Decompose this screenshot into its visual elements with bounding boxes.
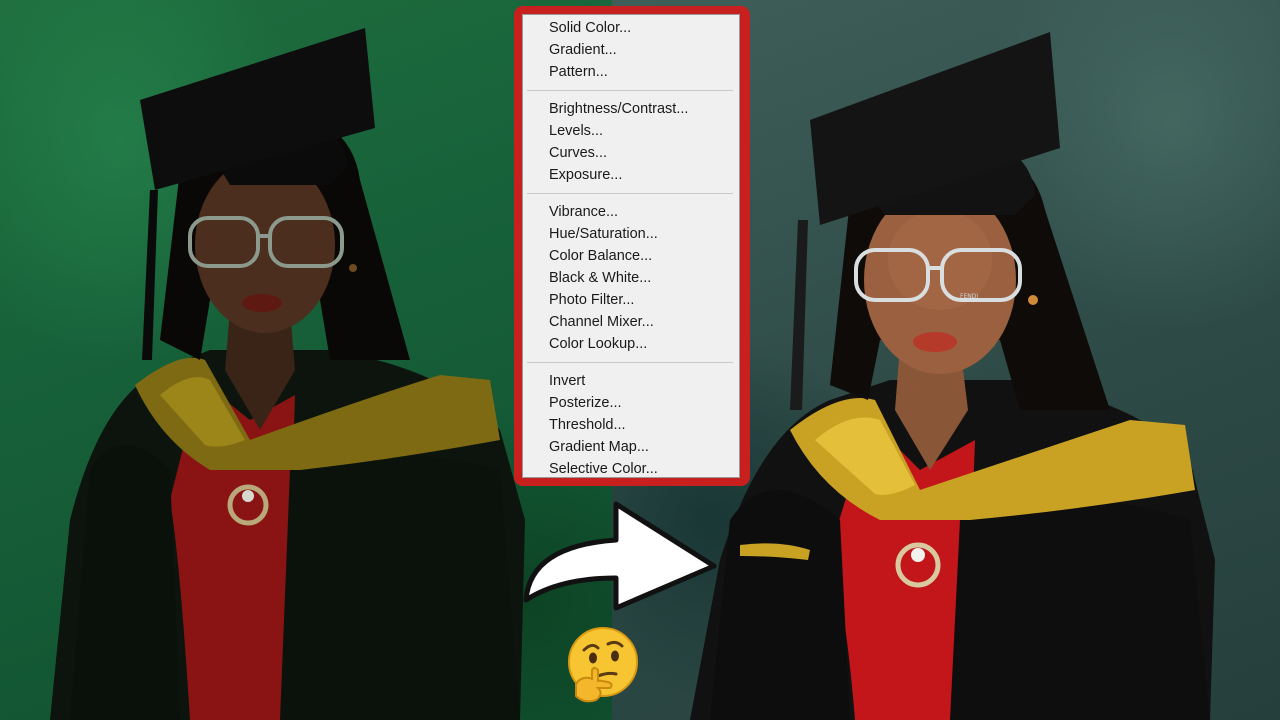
menu-item-threshold[interactable]: Threshold... (523, 414, 739, 436)
menu-item-vibrance[interactable]: Vibrance... (523, 201, 739, 223)
menu-item-levels[interactable]: Levels... (523, 120, 739, 142)
menu-item-hue-saturation[interactable]: Hue/Saturation... (523, 223, 739, 245)
menu-separator (527, 193, 733, 194)
glasses-brand: FENDI (960, 293, 978, 300)
thinking-face-icon (562, 624, 644, 711)
right-arrow-icon (520, 496, 720, 621)
menu-item-channel-mixer[interactable]: Channel Mixer... (523, 311, 739, 333)
menu-item-gradient[interactable]: Gradient... (523, 39, 739, 61)
before-photo (30, 0, 550, 720)
menu-item-color-lookup[interactable]: Color Lookup... (523, 333, 739, 355)
menu-group-fill: Solid Color... Gradient... Pattern... (523, 15, 739, 85)
menu-item-curves[interactable]: Curves... (523, 142, 739, 164)
menu-group-tone: Brightness/Contrast... Levels... Curves.… (523, 96, 739, 188)
adjustment-layer-menu: Solid Color... Gradient... Pattern... Br… (522, 14, 740, 478)
menu-item-invert[interactable]: Invert (523, 370, 739, 392)
menu-item-photo-filter[interactable]: Photo Filter... (523, 289, 739, 311)
menu-separator (527, 362, 733, 363)
menu-group-color: Vibrance... Hue/Saturation... Color Bala… (523, 199, 739, 357)
menu-item-pattern[interactable]: Pattern... (523, 61, 739, 83)
menu-separator (527, 90, 733, 91)
menu-item-posterize[interactable]: Posterize... (523, 392, 739, 414)
menu-group-special: Invert Posterize... Threshold... Gradien… (523, 368, 739, 482)
menu-item-color-balance[interactable]: Color Balance... (523, 245, 739, 267)
menu-item-gradient-map[interactable]: Gradient Map... (523, 436, 739, 458)
menu-item-black-white[interactable]: Black & White... (523, 267, 739, 289)
menu-item-exposure[interactable]: Exposure... (523, 164, 739, 186)
menu-item-brightness-contrast[interactable]: Brightness/Contrast... (523, 98, 739, 120)
after-photo: FENDI (690, 0, 1230, 720)
menu-item-selective-color[interactable]: Selective Color... (523, 458, 739, 480)
menu-item-solid-color[interactable]: Solid Color... (523, 17, 739, 39)
